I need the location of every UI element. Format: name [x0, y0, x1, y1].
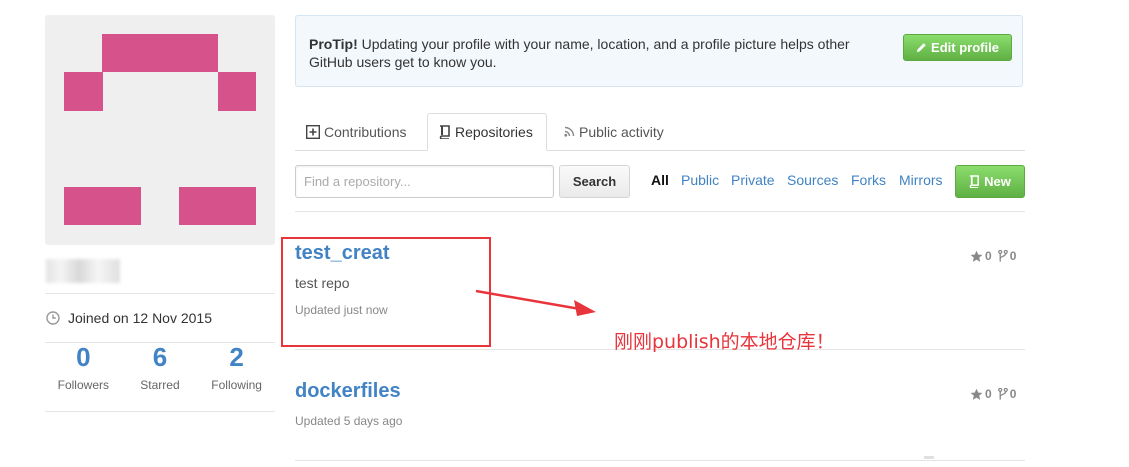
annotation-arrow-icon [475, 289, 596, 316]
annotation-text: 刚刚publish的本地仓库！ [614, 331, 835, 353]
